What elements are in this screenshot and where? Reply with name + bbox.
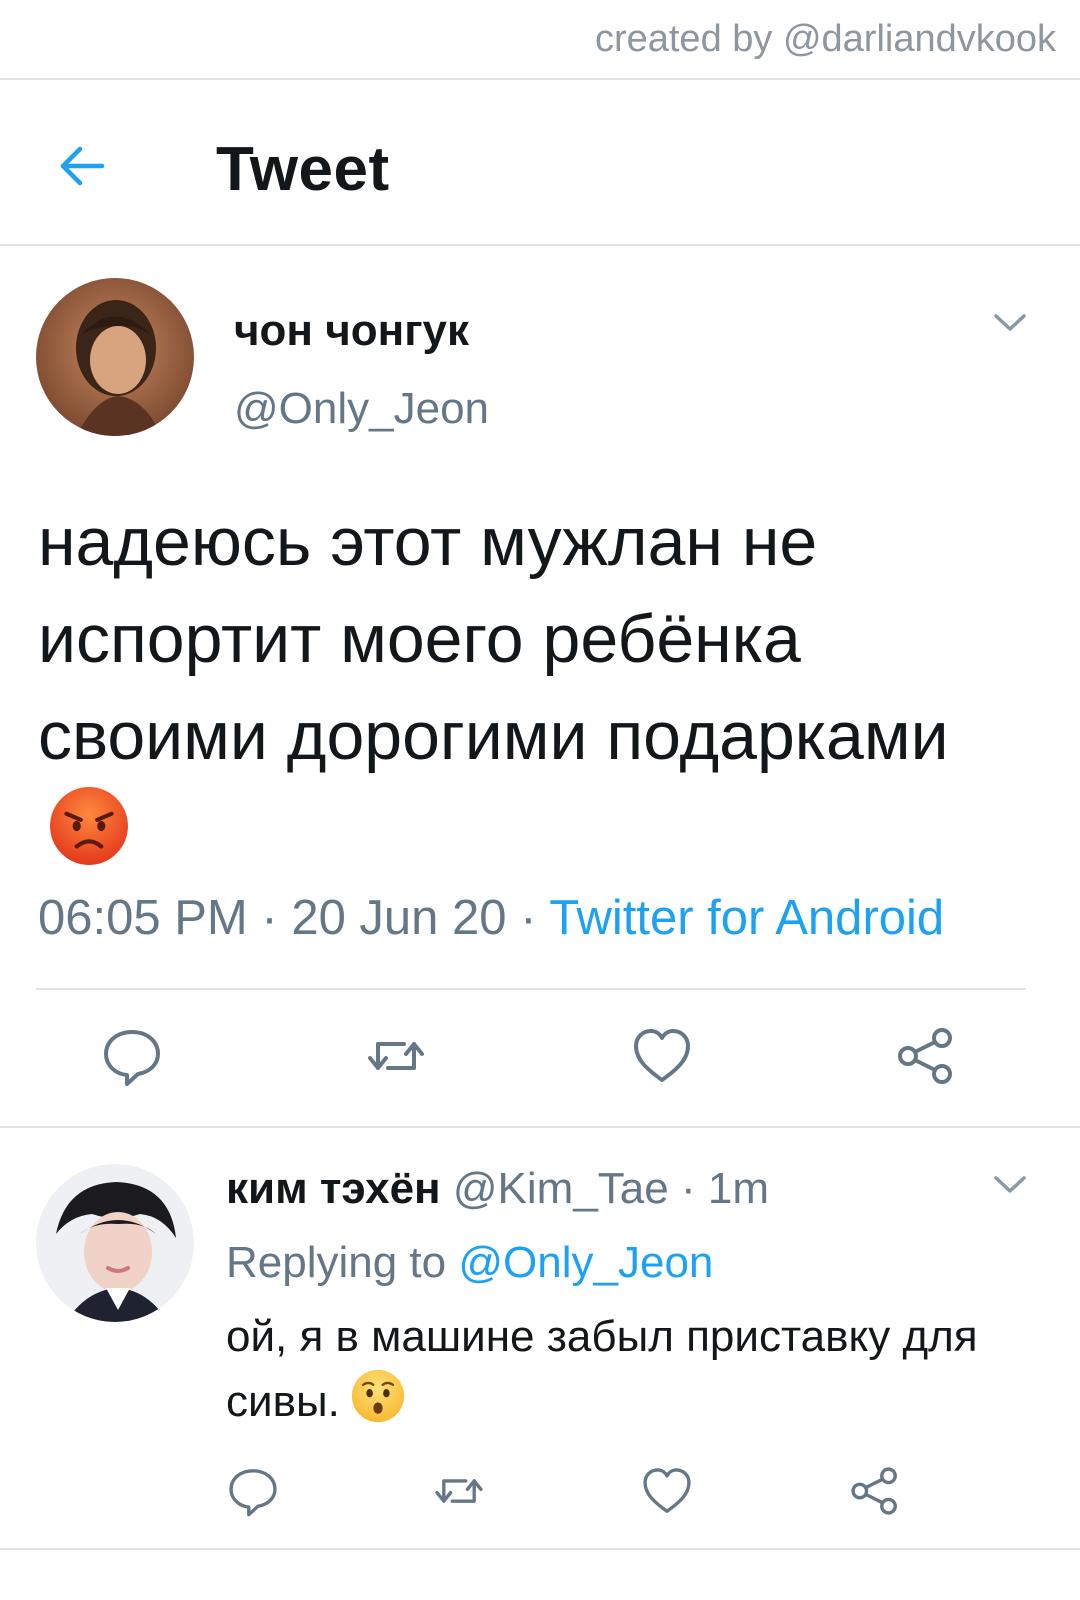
heart-icon — [643, 1468, 691, 1513]
chevron-down-icon — [994, 314, 1026, 331]
page-title: Tweet — [216, 135, 390, 204]
arrow-left-icon — [60, 146, 105, 186]
bottom-divider — [0, 1548, 1080, 1550]
tweet-text: надеюсь этот мужлан не испортит моего ре… — [38, 504, 949, 774]
tweet-time: 06:05 PM — [38, 891, 248, 945]
reply-author-handle[interactable]: @Kim_Tae — [453, 1164, 669, 1213]
comment-icon — [229, 1469, 277, 1517]
reply-like-button[interactable] — [640, 1464, 694, 1518]
chevron-down-icon — [994, 1176, 1026, 1193]
author-avatar[interactable] — [36, 278, 194, 436]
meta-dot: · — [520, 891, 537, 945]
reply-button[interactable] — [100, 1024, 164, 1088]
replying-to-label: Replying to — [226, 1238, 447, 1287]
hushed-face-emoji — [350, 1368, 406, 1441]
reply-body: ой, я в машине забыл приставку для сивы. — [226, 1306, 1046, 1441]
heart-icon — [634, 1029, 690, 1082]
retweet-icon — [435, 1479, 483, 1503]
retweet-icon — [368, 1042, 424, 1070]
replying-to: Replying to @Only_Jeon — [226, 1238, 713, 1288]
retweet-button[interactable] — [364, 1024, 428, 1088]
author-handle[interactable]: @Only_Jeon — [234, 384, 489, 434]
top-divider — [0, 78, 1080, 80]
tweet-date: 20 Jun 20 — [291, 891, 507, 945]
share-icon — [898, 1028, 952, 1084]
author-display-name[interactable]: чон чонгук — [234, 306, 469, 356]
tweet-menu-button[interactable] — [990, 308, 1030, 336]
tweet-source-link[interactable]: Twitter for Android — [549, 891, 944, 945]
header-divider — [0, 244, 1080, 246]
creator-credit: created by @darliandvkook — [594, 18, 1056, 60]
reply-age: 1m — [707, 1164, 769, 1213]
meta-dot: · — [680, 1164, 696, 1213]
replying-to-mention[interactable]: @Only_Jeon — [458, 1238, 713, 1287]
share-button[interactable] — [894, 1024, 958, 1088]
reply-share-button[interactable] — [848, 1464, 902, 1518]
meta-divider — [36, 988, 1026, 990]
share-icon — [851, 1467, 897, 1515]
reply-author-avatar[interactable] — [36, 1164, 194, 1322]
reply-menu-button[interactable] — [990, 1170, 1030, 1198]
reply-header: ким тэхён @Kim_Tae · 1m — [226, 1164, 769, 1214]
tweet-meta: 06:05 PM · 20 Jun 20 · Twitter for Andro… — [38, 890, 944, 946]
meta-dot: · — [261, 891, 278, 945]
reply-author-name[interactable]: ким тэхён — [226, 1164, 441, 1213]
like-button[interactable] — [630, 1024, 694, 1088]
reply-text: ой, я в машине забыл приставку для сивы. — [226, 1312, 978, 1427]
reply-reply-button[interactable] — [226, 1464, 280, 1518]
reply-retweet-button[interactable] — [432, 1464, 486, 1518]
comment-icon — [104, 1030, 160, 1086]
app-header: Tweet — [0, 82, 1080, 250]
tweet-divider — [0, 1126, 1080, 1128]
tweet-body: надеюсь этот мужлан не испортит моего ре… — [38, 494, 1038, 893]
pouting-face-emoji — [48, 785, 130, 893]
back-button[interactable] — [52, 136, 112, 196]
